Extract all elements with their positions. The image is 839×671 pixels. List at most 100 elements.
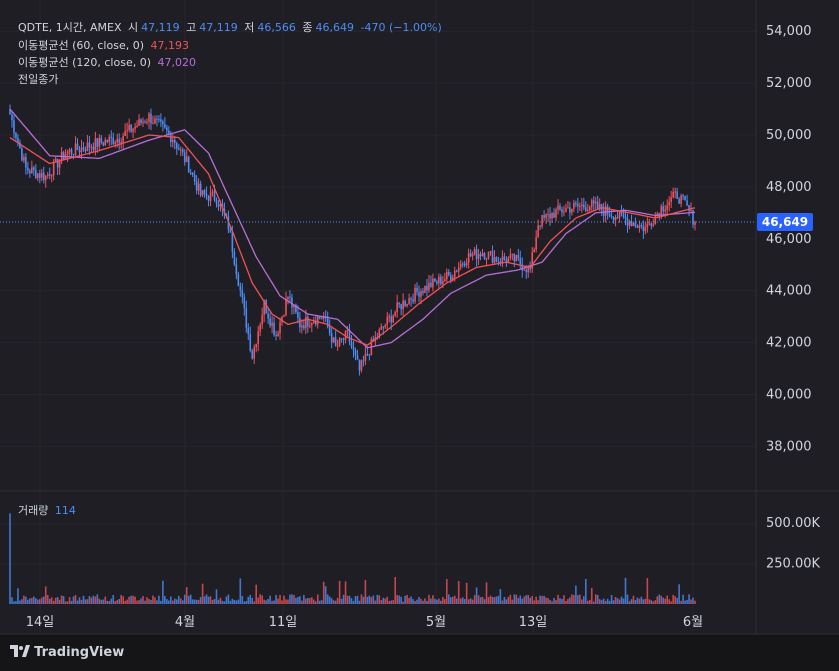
candle-body (368, 354, 371, 356)
volume-bar (271, 600, 273, 604)
candle-body (614, 217, 617, 221)
candle-body (241, 290, 244, 298)
volume-bar (662, 597, 665, 604)
candle-body (442, 281, 444, 285)
candle-body (233, 251, 236, 265)
ma60-value: 47,193 (150, 39, 190, 52)
candle-body (648, 223, 651, 225)
tradingview-logo[interactable]: TradingView (10, 645, 124, 660)
volume-bar (356, 595, 359, 604)
volume-bar (594, 594, 597, 604)
candle-body (257, 331, 259, 344)
candle-body (253, 347, 256, 359)
candle-body (68, 149, 71, 152)
volume-bar (229, 600, 232, 604)
price-tick-label: 42,000 (766, 336, 812, 351)
candle-body (271, 322, 273, 326)
volume-bar (644, 598, 647, 604)
legend-ma120[interactable]: 이동평균선 (120, close, 0) 47,020 (18, 54, 199, 70)
volume-bar (287, 599, 289, 604)
volume-bar (92, 595, 95, 604)
volume-bar (38, 599, 41, 604)
candle-body (128, 124, 130, 131)
volume-bar (243, 601, 246, 604)
candle-body (690, 209, 692, 211)
volume-bar (648, 599, 651, 604)
volume-bar (231, 598, 234, 604)
candle-body (168, 130, 170, 134)
volume-bar (310, 597, 313, 604)
volume-bar (412, 599, 414, 604)
candle-body (475, 249, 478, 259)
chart-canvas[interactable]: 38,000 40,000 42,000 44,000 46,000 48,000 50,0… (0, 0, 839, 671)
legend-ohlc: QDTE, 1시간, AMEX 시 47,119 고 47,119 저 46,566 … (18, 19, 445, 35)
candle-body (590, 200, 593, 207)
volume-bar (269, 595, 271, 604)
candle-body (652, 224, 655, 226)
candle-body (453, 270, 456, 278)
volume-bar (503, 596, 506, 604)
candle-body (215, 200, 218, 204)
candle-body (243, 297, 246, 308)
candle-body (187, 156, 190, 173)
volume-bar (80, 599, 83, 604)
volume-bar (612, 600, 615, 604)
price-axis[interactable]: 38,000 40,000 42,000 44,000 46,000 48,000 50,0… (766, 24, 812, 454)
candle-body (632, 222, 635, 227)
volume-bar (440, 600, 442, 604)
volume-bar (596, 594, 599, 604)
volume-bar (299, 596, 301, 604)
volume-bar (76, 600, 79, 604)
candle-body (588, 206, 591, 210)
volume-bar (201, 583, 204, 604)
candle-body (602, 210, 605, 216)
candle-body (25, 157, 27, 168)
volume-bar (100, 599, 103, 604)
candle-body (134, 126, 136, 129)
volume-bar (446, 578, 448, 604)
candle-body (461, 263, 464, 265)
volume-bar (322, 581, 325, 604)
candle-body (229, 229, 232, 233)
volume-bar (549, 599, 551, 604)
candle-body (289, 296, 291, 298)
legend-prev-close[interactable]: 전일종가 (18, 71, 61, 87)
candle-body (680, 195, 682, 204)
candle-body (483, 253, 486, 259)
candle-body (491, 251, 494, 263)
ma120-value: 47,020 (157, 56, 197, 69)
volume-bar (203, 596, 206, 604)
volume-bar (559, 598, 561, 604)
volume-bar (82, 595, 85, 604)
volume-bar (424, 598, 426, 604)
legend-volume[interactable]: 거래량 114 (18, 502, 79, 518)
candle-body (310, 323, 313, 326)
volume-bar (590, 588, 593, 604)
volume-bar (485, 582, 488, 604)
candle-body (309, 325, 311, 327)
candle-body (316, 316, 319, 325)
volume-bar (44, 586, 47, 604)
symbol-label[interactable]: QDTE, 1시간, AMEX (18, 21, 122, 34)
candle-body (285, 299, 287, 316)
candle-body (164, 124, 166, 128)
volume-bar (102, 599, 105, 604)
volume-bar (563, 595, 565, 604)
volume-bar (557, 594, 559, 604)
volume-bar (451, 596, 454, 604)
volume-bar (62, 596, 65, 604)
volume-bar (168, 600, 170, 604)
volume-bar (614, 596, 617, 604)
candle-body (38, 173, 41, 178)
candle-body (259, 324, 261, 332)
legend-ma60[interactable]: 이동평균선 (60, close, 0) 47,193 (18, 37, 192, 53)
candle-body (390, 316, 393, 323)
volume-bar (519, 595, 522, 604)
volume-bar (58, 599, 61, 604)
ma60-label: 이동평균선 (60, close, 0) (18, 39, 144, 52)
candle-body (436, 281, 438, 284)
volume-bar (650, 600, 653, 604)
volume-bar (569, 597, 571, 604)
volume-bar (19, 600, 21, 604)
volume-bar (348, 595, 351, 604)
